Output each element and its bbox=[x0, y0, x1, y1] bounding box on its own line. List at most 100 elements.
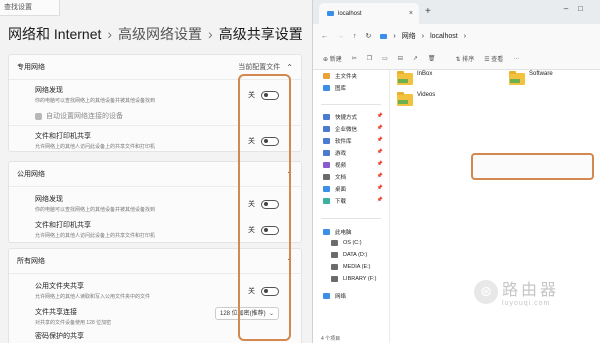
sort-label: 排序 bbox=[462, 57, 475, 63]
pin-icon[interactable]: 📌 bbox=[377, 185, 383, 191]
view-label: 查看 bbox=[491, 57, 504, 63]
nav-item-icon bbox=[323, 73, 330, 79]
status-bar-count: 4 个项目 bbox=[321, 336, 341, 342]
nav-item-label: DATA (D:) bbox=[343, 252, 368, 258]
new-button[interactable]: ⊕ 新建 bbox=[323, 54, 342, 63]
nav-item-label: 网络 bbox=[335, 294, 347, 300]
watermark-main: 路由器 bbox=[502, 282, 560, 299]
section-title: 公用网络 bbox=[17, 171, 45, 178]
pin-icon[interactable]: 📌 bbox=[377, 161, 383, 167]
new-tab-button[interactable]: + bbox=[425, 6, 431, 17]
sidebar-item-12[interactable]: DATA (D:) bbox=[331, 252, 367, 258]
section-title: 专用网络 bbox=[17, 64, 45, 71]
chevron-right-icon: › bbox=[421, 32, 425, 40]
sidebar-item-5[interactable]: 游戏 bbox=[323, 149, 346, 157]
section-title: 所有网络 bbox=[17, 258, 45, 265]
sidebar-item-6[interactable]: 视频 bbox=[323, 161, 346, 169]
watermark-sub: luyouqi.com bbox=[502, 300, 551, 307]
pin-icon[interactable]: 📌 bbox=[377, 137, 383, 143]
close-icon[interactable]: × bbox=[409, 10, 413, 17]
monitor-icon bbox=[327, 11, 334, 16]
nav-item-icon bbox=[323, 138, 330, 144]
breadcrumb-network[interactable]: 网络和 Internet bbox=[8, 26, 101, 42]
nav-item-label: 桌面 bbox=[335, 187, 347, 193]
nav-item-label: 此电脑 bbox=[335, 230, 352, 236]
nav-item-icon bbox=[323, 293, 330, 299]
monitor-icon bbox=[380, 33, 388, 39]
nav-item-icon bbox=[331, 240, 338, 246]
nav-item-label: 文档 bbox=[335, 175, 347, 181]
sidebar-item-8[interactable]: 桌面 bbox=[323, 185, 346, 193]
address-path[interactable]: › 网络 › localhost › bbox=[380, 31, 466, 41]
selected-file-highlight bbox=[471, 153, 594, 180]
sidebar-item-1[interactable]: 图库 bbox=[323, 84, 346, 92]
paste-icon[interactable]: ▭ bbox=[382, 55, 388, 62]
delete-icon[interactable]: 🗑 bbox=[428, 55, 436, 62]
tab-label: localhost bbox=[338, 10, 362, 17]
sidebar-item-14[interactable]: LIBRARY (F:) bbox=[331, 276, 376, 282]
sidebar-item-0[interactable]: 主文件夹 bbox=[323, 72, 357, 80]
sidebar-item-15[interactable]: 网络 bbox=[323, 292, 346, 300]
nav-item-icon bbox=[331, 252, 338, 258]
auto-setup-checkbox[interactable] bbox=[35, 112, 42, 120]
tab-localhost[interactable]: localhost × bbox=[319, 3, 419, 24]
sidebar-item-7[interactable]: 文档 bbox=[323, 173, 346, 181]
file-name: Videos bbox=[417, 92, 436, 98]
sort-button[interactable]: ⇅ 排序 bbox=[456, 54, 475, 63]
nav-item-icon bbox=[323, 198, 330, 204]
divider bbox=[321, 104, 381, 105]
pin-icon[interactable]: 📌 bbox=[377, 173, 383, 179]
auto-setup-label: 自动设置网络连接的设备 bbox=[46, 113, 123, 120]
more-icon[interactable]: ··· bbox=[513, 56, 519, 62]
breadcrumb-advanced-network[interactable]: 高级网络设置 bbox=[118, 26, 202, 42]
rename-icon[interactable]: ⊟ bbox=[398, 55, 403, 62]
nav-item-label: 下载 bbox=[335, 199, 347, 205]
path-segment[interactable]: 网络 bbox=[402, 31, 416, 41]
sidebar-item-9[interactable]: 下载 bbox=[323, 197, 346, 205]
minimize-button[interactable]: – bbox=[564, 4, 578, 13]
refresh-icon[interactable]: ↻ bbox=[366, 32, 372, 40]
nav-item-icon bbox=[323, 174, 330, 180]
file-name: InBox bbox=[417, 71, 433, 77]
sidebar-item-11[interactable]: OS (C:) bbox=[331, 240, 362, 246]
nav-item-icon bbox=[323, 229, 330, 235]
pin-icon[interactable]: 📌 bbox=[377, 197, 383, 203]
sidebar-item-3[interactable]: 企业微信 bbox=[323, 125, 357, 133]
up-icon[interactable]: ↑ bbox=[353, 33, 357, 40]
folder-icon bbox=[509, 71, 525, 85]
folder-software[interactable]: Software bbox=[509, 71, 553, 85]
back-icon[interactable]: ← bbox=[321, 33, 328, 40]
sidebar-item-10[interactable]: 此电脑 bbox=[323, 228, 352, 236]
navigation-pane: 主文件夹图库快捷方式 📌 企业微信 📌 软件库 📌 游戏 📌 视频 📌 文档 📌 桌面 📌 下载 📌 此电脑 OS… bbox=[313, 70, 390, 343]
sidebar-item-2[interactable]: 快捷方式 bbox=[323, 113, 357, 121]
chevron-up-icon: ⌃ bbox=[286, 62, 293, 72]
sidebar-item-13[interactable]: MEDIA (E:) bbox=[331, 264, 371, 270]
nav-item-icon bbox=[331, 264, 338, 270]
forward-icon[interactable]: → bbox=[337, 33, 344, 40]
folder-inbox[interactable]: InBox bbox=[397, 71, 433, 85]
maximize-button[interactable]: □ bbox=[578, 4, 593, 13]
path-segment[interactable]: localhost bbox=[430, 33, 458, 40]
cut-icon[interactable]: ✂ bbox=[352, 55, 357, 62]
copy-icon[interactable]: ❐ bbox=[367, 55, 372, 62]
sidebar-item-4[interactable]: 软件库 bbox=[323, 137, 352, 145]
pin-icon[interactable]: 📌 bbox=[377, 125, 383, 131]
nav-item-icon bbox=[323, 126, 330, 132]
nav-item-icon bbox=[323, 85, 330, 91]
share-icon[interactable]: ↗ bbox=[413, 55, 418, 62]
new-label: 新建 bbox=[329, 57, 342, 63]
nav-item-icon bbox=[323, 150, 330, 156]
settings-search-box[interactable]: 查找设置 bbox=[0, 0, 60, 16]
nav-item-icon bbox=[331, 276, 338, 282]
nav-item-label: 游戏 bbox=[335, 151, 347, 157]
command-bar: ⊕ 新建 ✂ ❐ ▭ ⊟ ↗ 🗑 ⇅ 排序 ☰ 查看 ··· bbox=[313, 48, 600, 70]
nav-item-label: MEDIA (E:) bbox=[343, 264, 371, 270]
view-button[interactable]: ☰ 查看 bbox=[484, 54, 503, 63]
current-profile-label: 当前配置文件 bbox=[238, 64, 281, 71]
nav-item-label: LIBRARY (F:) bbox=[343, 276, 377, 282]
pin-icon[interactable]: 📌 bbox=[377, 113, 383, 119]
folder-videos[interactable]: Videos bbox=[397, 92, 436, 106]
pin-icon[interactable]: 📌 bbox=[377, 149, 383, 155]
nav-item-icon bbox=[323, 114, 330, 120]
watermark: ⊛ 路由器 luyouqi.com bbox=[474, 276, 559, 307]
